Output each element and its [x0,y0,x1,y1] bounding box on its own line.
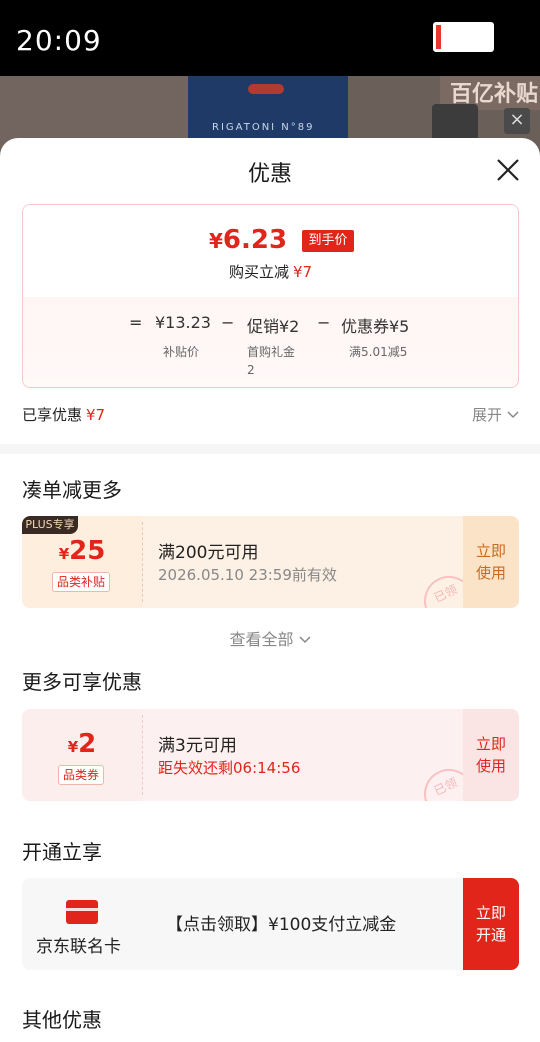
coupon-category: 品类补贴 [52,572,111,592]
card-name: 京东联名卡 [36,937,121,957]
card-offer-text: 【点击领取】¥100支付立减金 [166,915,397,935]
section-title-other: 其他优惠 [22,1008,102,1032]
product-logo [248,84,284,94]
price-summary-card: ¥6.23 到手价 购买立减 ¥7 = ¥13.23 补贴价 − 促销¥2 首购礼… [22,204,519,388]
expand-button[interactable]: 展开 [472,404,519,425]
coupon-category: 品类券 [58,765,105,785]
formula-minus: − [221,313,235,332]
discount-sheet: 优惠 ¥6.23 到手价 购买立减 ¥7 = ¥13.23 补贴价 − 促销¥2 … [0,138,540,1042]
final-price: ¥6.23 [209,225,288,255]
formula-minus: − [317,313,331,332]
product-name: RIGATONI N°89 [212,122,315,133]
subsidy-price: ¥13.23 [155,313,211,332]
use-coupon-button[interactable]: 立即 使用 [463,709,519,801]
section-title-more-reduce: 凑单减更多 [22,478,122,502]
reduce-line: 购买立减 ¥7 [228,263,313,281]
plus-badge: PLUS专享 [22,516,78,534]
coupon-amount: ¥25 [58,536,106,566]
view-all-button[interactable]: 查看全部 [0,626,540,650]
chevron-down-icon [299,636,311,644]
section-divider [0,444,540,454]
coupon-amount: ¥2 [67,729,97,759]
coupon-card-category: ¥2 品类券 满3元可用 距失效还剩06:14:56 已领 立即 使用 [22,709,519,801]
final-price-tag: 到手价 [302,230,354,252]
coupon-condition: 满200元可用 [158,543,259,563]
coupon-card-plus: PLUS专享 ¥25 品类补贴 满200元可用 2026.05.10 23:59… [22,516,519,608]
coupon-condition: 满3元可用 [158,736,237,756]
enjoyed-discount: 已享优惠 ¥7 [22,406,106,424]
coupon-validity: 2026.05.10 23:59前有效 [158,566,337,584]
status-bar: 20:09 [0,0,540,76]
coupon-amount: 优惠券¥5 [341,317,410,336]
chevron-down-icon [507,411,519,419]
promo-detail: 首购礼金 2 [247,345,296,377]
close-icon [497,159,519,181]
subsidy-price-label: 补贴价 [163,345,200,359]
section-title-more-offers: 更多可享优惠 [22,670,142,694]
sheet-title: 优惠 [247,162,292,187]
section-title-open: 开通立享 [22,840,102,864]
use-coupon-button[interactable]: 立即 使用 [463,516,519,608]
battery-icon [433,22,494,52]
status-time: 20:09 [16,24,102,57]
promo-amount: 促销¥2 [247,317,300,336]
open-card-button[interactable]: 立即 开通 [463,878,519,970]
formula-equals: = [129,313,143,332]
coupon-detail: 满5.01减5 [349,345,408,359]
credit-card-icon [66,900,98,924]
close-button[interactable] [494,156,522,184]
close-icon[interactable]: × [504,108,530,134]
coupon-countdown: 距失效还剩06:14:56 [158,759,301,777]
co-brand-card-offer: 京东联名卡 【点击领取】¥100支付立减金 立即 开通 [22,878,519,970]
